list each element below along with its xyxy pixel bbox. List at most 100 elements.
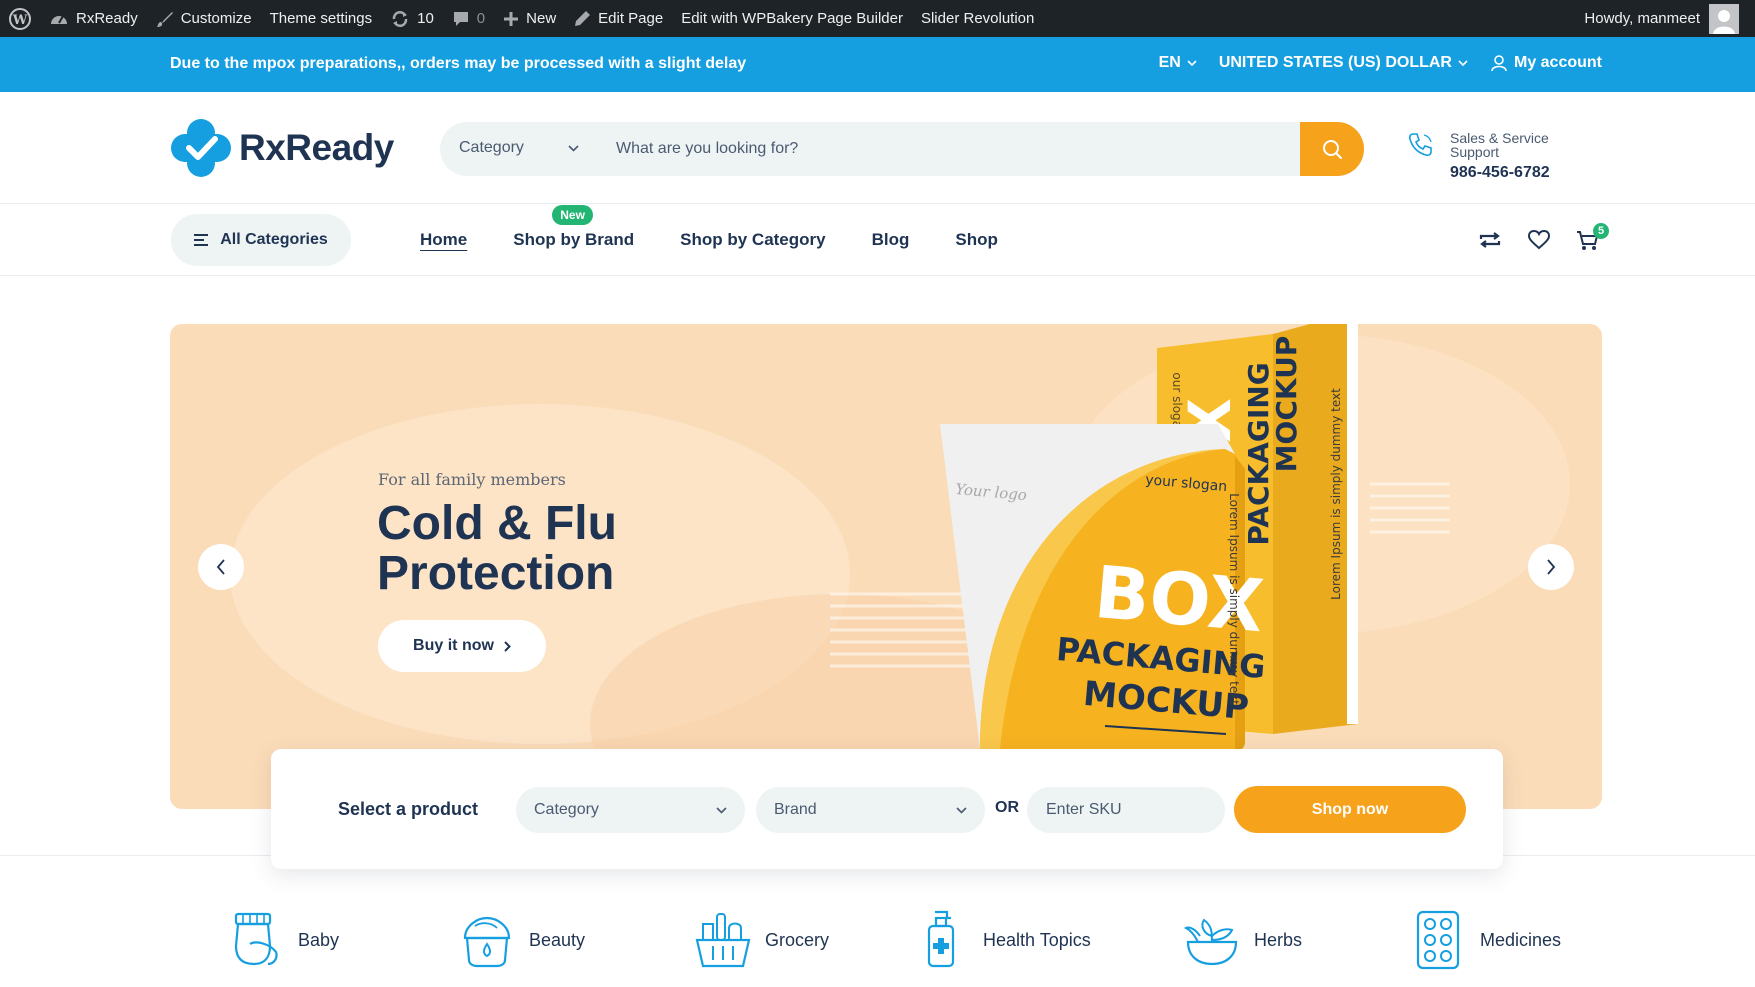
customize-link[interactable]: Customize [147,0,261,37]
comments-link[interactable]: 0 [443,0,494,37]
brand-select-value: Brand [774,801,817,818]
pill-blister-icon [1416,910,1460,970]
my-account-label: My account [1513,54,1602,71]
nav-shop-by-category[interactable]: Shop by Category [680,230,825,250]
user-icon [1491,55,1507,72]
brand-select[interactable]: Brand [756,787,985,833]
notice-text: Due to the mpox preparations,, orders ma… [170,55,747,72]
category-select-value: Category [534,801,599,818]
buy-it-now-label: Buy it now [413,637,494,654]
wishlist-button[interactable] [1528,230,1550,252]
avatar-silhouette-icon [1709,3,1739,34]
nav-blog[interactable]: Blog [872,230,910,250]
search-category-dropdown[interactable]: Category [459,139,579,157]
language-dropdown[interactable]: EN [1159,54,1197,72]
currency-label: UNITED STATES (US) DOLLAR [1218,54,1452,71]
user-avatar [1709,3,1739,34]
comments-count: 0 [476,10,486,27]
dashboard-gauge-icon [51,15,67,24]
cream-jar-icon [463,916,511,968]
support-label: Sales & Service Support [1450,130,1549,160]
grocery-basket-icon [695,913,751,968]
category-medicines[interactable]: Medicines [1408,910,1561,970]
category-strip: Baby Beauty Grocery Health Topics Herbs … [0,910,1755,980]
category-baby[interactable]: Baby [226,910,339,970]
account-menu[interactable]: Howdy, manmeet [1584,0,1755,37]
box-packaging-mockup-image: OX PACKAGING MOCKUP our slogan Lorem Ips… [830,324,1450,784]
site-name-label: RxReady [76,10,138,27]
compare-arrows-icon [1479,232,1501,248]
search-category-label: Category [459,139,524,156]
chevron-down-icon [1187,60,1197,66]
search-bar: Category [440,122,1364,176]
sku-input[interactable] [1027,787,1225,833]
compare-button[interactable] [1478,230,1502,252]
site-logo[interactable]: RxReady [169,117,394,179]
slider-prev-button[interactable] [198,544,244,590]
back-box-title-2: MOCKUP [1270,336,1303,473]
new-content-link[interactable]: New [494,0,565,37]
chevron-down-icon [1458,60,1468,66]
logo-text: RxReady [239,127,394,168]
paintbrush-icon [156,11,173,27]
edit-page-link[interactable]: Edit Page [565,0,672,37]
category-herbs-label: Herbs [1254,929,1303,950]
box-side-text: Lorem Ipsum is simply dummy text [1227,493,1241,705]
language-label: EN [1158,54,1181,71]
howdy-label: Howdy, manmeet [1584,10,1700,27]
category-health-topics-label: Health Topics [983,929,1091,950]
category-herbs[interactable]: Herbs [1182,910,1302,970]
edit-page-label: Edit Page [598,10,664,27]
category-grocery-label: Grocery [765,929,830,950]
slider-revolution-link[interactable]: Slider Revolution [912,0,1043,37]
currency-dropdown[interactable]: UNITED STATES (US) DOLLAR [1219,54,1468,72]
slider-next-button[interactable] [1528,544,1574,590]
chevron-left-icon [216,559,225,575]
wpbakery-link[interactable]: Edit with WPBakery Page Builder [672,0,912,37]
nav-shop-by-brand[interactable]: New Shop by Brand [513,205,635,250]
search-icon [1323,140,1342,159]
hero-subtitle: For all family members [378,470,566,489]
wp-admin-bar: W RxReady Customize Theme settings 10 0 … [0,0,1755,37]
svg-text:W: W [12,13,28,28]
comment-bubble-icon [453,11,468,26]
header-actions: 5 [1478,223,1609,252]
cart-button[interactable]: 5 [1576,223,1609,252]
pencil-icon [575,11,591,26]
new-label: New [526,10,557,27]
wordpress-logo-button[interactable]: W [0,0,40,37]
updates-count: 10 [417,10,434,27]
category-health-topics[interactable]: Health Topics [911,910,1091,970]
buy-it-now-button[interactable]: Buy it now [378,620,546,672]
my-account-link[interactable]: My account [1490,54,1602,72]
all-categories-button[interactable]: All Categories [171,214,351,266]
chevron-down-icon [956,806,967,814]
site-name-link[interactable]: RxReady [40,0,147,37]
category-grocery[interactable]: Grocery [693,910,829,970]
support-contact[interactable]: Sales & Service Support 986-456-6782 [1407,131,1565,182]
customize-label: Customize [180,10,252,27]
category-select[interactable]: Category [516,787,745,833]
plus-icon [504,11,519,26]
updates-link[interactable]: 10 [381,0,443,37]
hero-slider: OX PACKAGING MOCKUP our slogan Lorem Ips… [170,324,1602,809]
support-phone: 986-456-6782 [1450,164,1550,181]
heart-icon [1528,230,1550,250]
notice-bar: Due to the mpox preparations,, orders ma… [0,37,1755,92]
header-divider [0,203,1755,204]
updates-refresh-icon [392,10,408,27]
wpbakery-label: Edit with WPBakery Page Builder [681,10,903,27]
category-beauty[interactable]: Beauty [457,910,585,970]
category-beauty-label: Beauty [529,929,586,950]
theme-settings-label: Theme settings [269,10,373,27]
theme-settings-link[interactable]: Theme settings [261,0,382,37]
nav-home[interactable]: Home [420,230,467,250]
search-button[interactable] [1300,122,1364,176]
nav-shop[interactable]: Shop [955,230,998,250]
chevron-down-icon [568,144,579,152]
nav-shop-by-brand-label: Shop by Brand [513,230,635,249]
search-input[interactable] [616,131,1176,167]
slider-revolution-label: Slider Revolution [920,10,1035,27]
shop-now-button[interactable]: Shop now [1234,786,1466,833]
menu-lines-icon [194,234,209,246]
